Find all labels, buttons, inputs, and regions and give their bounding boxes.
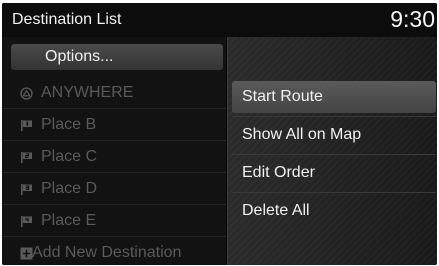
nav-screen: Destination List 9:30 Options... ANYWHER… (2, 3, 437, 265)
list-item-place-d[interactable]: Place D (2, 173, 226, 205)
menu-divider (232, 116, 436, 117)
page-title: Destination List (12, 11, 122, 28)
menu-item-label: Show All on Map (242, 126, 362, 143)
list-item-label: Place E (41, 212, 97, 229)
menu-item-delete-all[interactable]: Delete All (232, 195, 436, 227)
header-bar: Destination List 9:30 (2, 3, 437, 37)
list-item-place-c[interactable]: Place C (2, 141, 226, 173)
list-item-place-e[interactable]: Place E (2, 205, 226, 237)
menu-item-label: Delete All (242, 202, 310, 219)
list-item-label: Add New Destination (32, 244, 182, 261)
list-item-label: ANYWHERE (41, 84, 134, 101)
waypoint-flag-1-icon (21, 120, 32, 131)
options-button[interactable]: Options... (11, 44, 223, 70)
list-item-label: Place C (41, 148, 98, 165)
menu-item-edit-order[interactable]: Edit Order (232, 157, 436, 189)
anywhere-icon (20, 87, 33, 100)
options-menu: Start Route Show All on Map Edit Order D… (227, 37, 437, 265)
list-item-place-b[interactable]: Place B (2, 109, 226, 141)
menu-divider (232, 192, 436, 193)
list-item-label: Place D (41, 180, 98, 197)
menu-item-start-route[interactable]: Start Route (232, 81, 436, 113)
menu-divider (232, 154, 436, 155)
destination-list: Options... ANYWHERE Place B Place C Plac… (2, 37, 226, 265)
menu-item-label: Start Route (242, 88, 323, 105)
options-label: Options... (45, 48, 114, 65)
waypoint-flag-4-icon (21, 216, 32, 227)
waypoint-flag-3-icon (21, 184, 32, 195)
waypoint-flag-2-icon (21, 152, 32, 163)
list-item-anywhere[interactable]: ANYWHERE (2, 77, 226, 109)
menu-item-label: Edit Order (242, 164, 315, 181)
menu-item-show-all-on-map[interactable]: Show All on Map (232, 119, 436, 151)
list-item-label: Place B (41, 116, 97, 133)
add-destination-item[interactable]: Add New Destination (2, 237, 226, 265)
clock: 9:30 (390, 6, 435, 32)
